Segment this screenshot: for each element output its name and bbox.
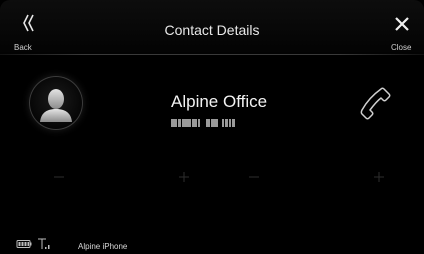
signal-strength-icon: [38, 238, 50, 249]
contact-number-redacted: [171, 114, 267, 127]
contact-details-screen: Back Contact Details Close Alpine Office: [0, 0, 424, 254]
empty-slot-4: [372, 170, 386, 184]
empty-slot-2: [177, 170, 191, 184]
phone-handset-icon: [360, 87, 391, 120]
page-title: Contact Details: [164, 22, 260, 38]
minus-icon: [249, 176, 259, 178]
device-name: Alpine iPhone: [78, 242, 128, 251]
empty-slot-1: [52, 170, 66, 184]
plus-icon: [179, 172, 189, 182]
header-divider: [0, 54, 424, 55]
call-button[interactable]: [356, 84, 396, 124]
status-bar: Alpine iPhone: [0, 234, 424, 254]
avatar: [29, 76, 83, 130]
battery-icon: [16, 240, 32, 248]
plus-icon: [374, 172, 384, 182]
close-icon: [395, 17, 409, 31]
contact-name: Alpine Office: [171, 92, 268, 111]
person-silhouette-icon: [40, 89, 72, 122]
back-button-label: Back: [14, 43, 32, 52]
empty-slot-3: [247, 170, 261, 184]
minus-icon: [54, 176, 64, 178]
close-button-label: Close: [391, 43, 412, 52]
